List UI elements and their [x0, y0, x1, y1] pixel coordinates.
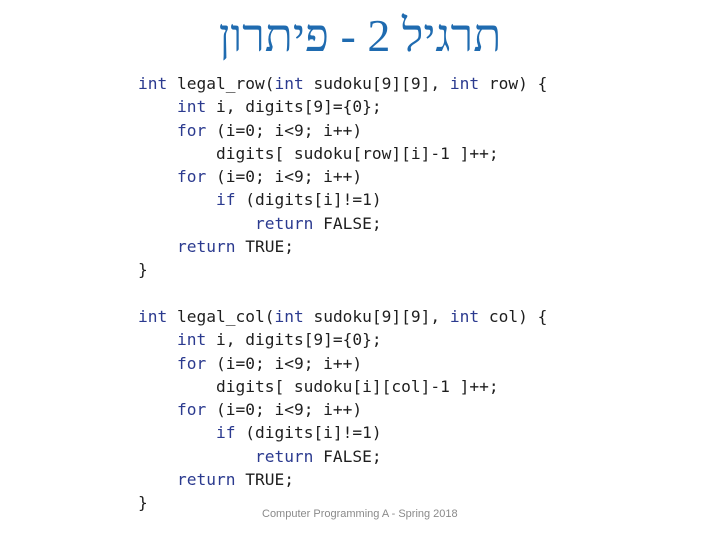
- code-text: row) {: [479, 74, 548, 93]
- code-text: i, digits[9]={0};: [206, 97, 382, 117]
- code-text: (i=0; i<9; i++): [206, 167, 363, 187]
- code-text: FALSE;: [313, 213, 382, 233]
- code-text: (digits[i]!=1): [235, 190, 382, 210]
- code-line: return TRUE;: [138, 468, 547, 491]
- code-line: return FALSE;: [138, 445, 547, 468]
- code-text: (i=0; i<9; i++): [206, 120, 363, 140]
- code-line: for (i=0; i<9; i++): [138, 352, 547, 375]
- code-text: digits[ sudoku[i][col]-1 ]++;: [138, 376, 499, 396]
- code-text: (i=0; i<9; i++): [206, 400, 363, 420]
- code-text: }: [138, 260, 148, 280]
- code-keyword: if: [215, 423, 236, 443]
- code-line: if (digits[i]!=1): [138, 188, 547, 211]
- code-block: int legal_row(int sudoku[9][9], int row)…: [138, 72, 547, 515]
- code-line: int i, digits[9]={0};: [138, 95, 547, 118]
- code-text: TRUE;: [235, 237, 294, 257]
- code-keyword: int: [138, 306, 168, 326]
- slide-footer: Computer Programming A - Spring 2018: [262, 508, 458, 520]
- code-line: if (digits[i]!=1): [138, 421, 547, 444]
- code-keyword: int: [176, 330, 207, 350]
- code-line: digits[ sudoku[row][i]-1 ]++;: [138, 142, 547, 165]
- code-text: }: [138, 493, 148, 513]
- code-keyword: int: [274, 74, 304, 93]
- code-text: digits[ sudoku[row][i]-1 ]++;: [138, 143, 499, 163]
- code-text: FALSE;: [313, 446, 382, 466]
- code-keyword: int: [449, 306, 480, 326]
- code-keyword: int: [449, 74, 480, 93]
- code-line: for (i=0; i<9; i++): [138, 398, 547, 421]
- code-line: for (i=0; i<9; i++): [138, 165, 547, 188]
- code-keyword: for: [176, 400, 207, 420]
- code-keyword: return: [176, 237, 236, 257]
- code-text: sudoku[9][9],: [303, 306, 450, 326]
- code-line: for (i=0; i<9; i++): [138, 119, 547, 142]
- code-keyword: int: [176, 97, 207, 117]
- code-keyword: return: [254, 213, 314, 233]
- code-keyword: return: [176, 470, 236, 490]
- code-keyword: if: [215, 190, 236, 210]
- code-text: (digits[i]!=1): [235, 423, 382, 443]
- code-line: }: [138, 258, 547, 281]
- code-line: int legal_row(int sudoku[9][9], int row)…: [138, 72, 547, 95]
- code-keyword: int: [138, 74, 168, 93]
- code-text: (i=0; i<9; i++): [206, 353, 363, 373]
- slide-title: תרגיל 2 - פיתרון: [218, 10, 502, 61]
- code-line: return TRUE;: [138, 235, 547, 258]
- code-keyword: return: [254, 446, 314, 466]
- code-keyword: for: [176, 167, 207, 187]
- code-keyword: for: [176, 353, 207, 373]
- code-text: legal_col(: [167, 306, 275, 326]
- code-text: TRUE;: [235, 470, 294, 490]
- code-text: legal_row(: [167, 74, 275, 93]
- code-line: int i, digits[9]={0};: [138, 328, 547, 351]
- code-keyword: int: [274, 306, 304, 326]
- code-line: return FALSE;: [138, 212, 547, 235]
- code-text: sudoku[9][9],: [303, 74, 450, 93]
- code-line: int legal_col(int sudoku[9][9], int col)…: [138, 305, 547, 328]
- code-keyword: for: [176, 120, 207, 140]
- code-text: col) {: [479, 306, 548, 326]
- code-text: i, digits[9]={0};: [206, 330, 382, 350]
- code-line: digits[ sudoku[i][col]-1 ]++;: [138, 375, 547, 398]
